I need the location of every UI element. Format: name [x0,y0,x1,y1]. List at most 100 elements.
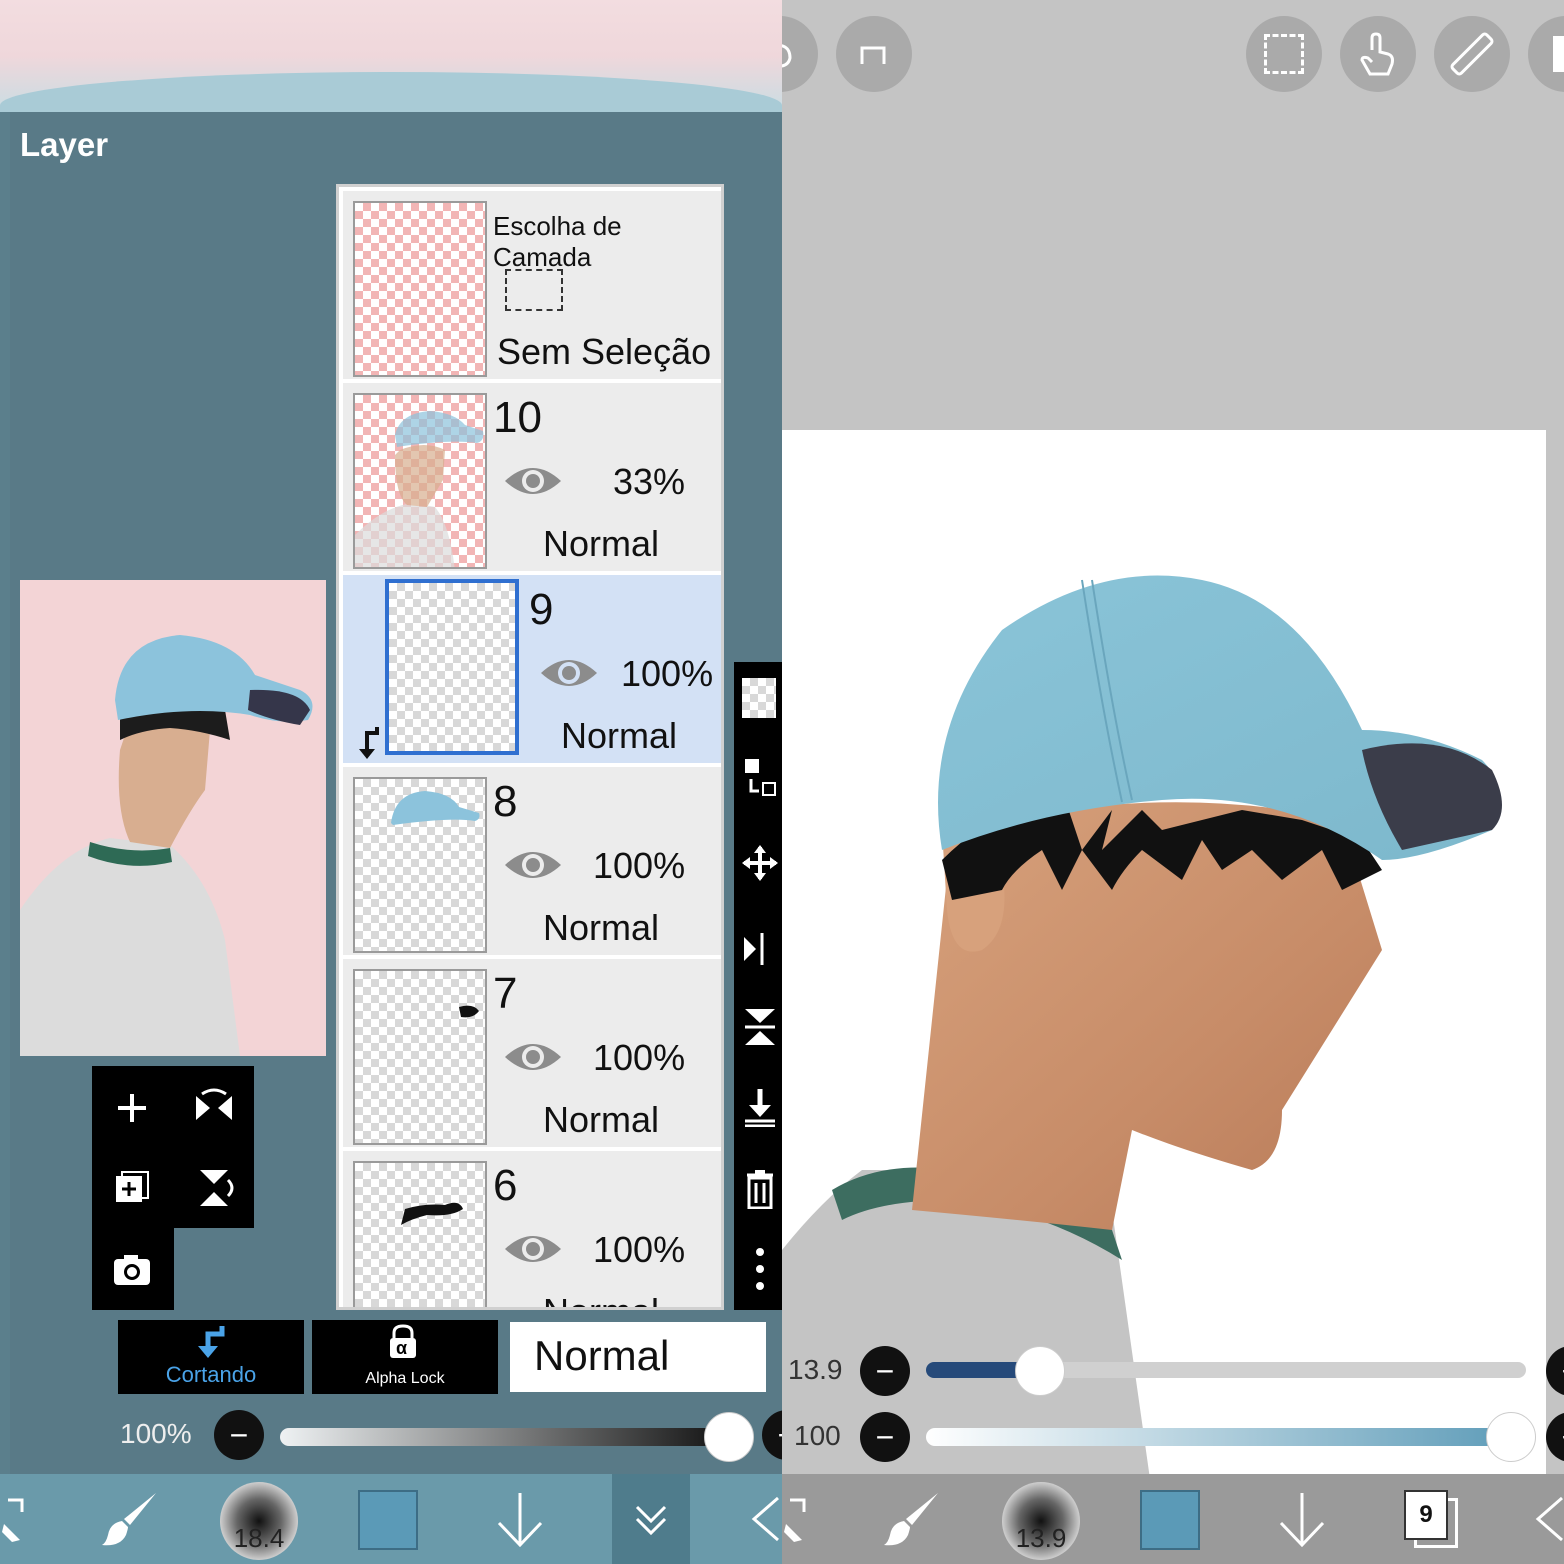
layer-blend-mode: Normal [543,523,660,564]
brush-size-decrease-button[interactable]: − [860,1346,910,1396]
brush-size-value: 18.4 [233,1523,285,1553]
layer-opacity-slider-row: 100% − + [0,1404,782,1468]
color-swatch[interactable] [358,1490,418,1550]
layer-blend-mode: Normal [543,1291,659,1307]
layers-icon[interactable]: 9 [1396,1474,1466,1564]
layer-row-10[interactable]: 10 33% Normal [343,383,721,571]
clipping-label: Cortando [165,1362,257,1387]
layer-opacity: 100% [593,1037,686,1078]
layer-thumbnail [385,579,519,755]
alpha-lock-button[interactable]: α Alpha Lock [312,1320,498,1394]
arrow-down-icon[interactable] [480,1474,560,1564]
brush-opacity-knob[interactable] [1486,1412,1536,1462]
eye-icon[interactable] [539,653,599,693]
layer-vertical-toolbar [734,662,782,1310]
brush-size-increase-button[interactable]: + [1546,1346,1564,1396]
add-layer-icon[interactable] [102,1078,162,1138]
layer-tool-palette [92,1066,254,1310]
layer-thumbnail [353,1161,487,1307]
clipping-button[interactable]: Cortando [118,1320,304,1394]
layer-number: 9 [529,585,554,634]
clipping-icon [196,1324,228,1365]
layer-number: 6 [493,1161,518,1210]
layer-opacity: 100% [593,845,686,886]
brush-opacity-decrease-button[interactable]: − [860,1412,910,1462]
canvas-screenshot: 13.9 − + 100 − + 13.9 9 [782,0,1564,1564]
eye-icon[interactable] [503,1229,563,1269]
layer-thumbnail [353,777,487,953]
undo-icon[interactable] [782,16,818,92]
brush-size-slider-value: 13.9 [788,1354,843,1385]
layer-transfer-icon[interactable] [742,754,778,804]
layer-row-8[interactable]: 8 100% Normal [343,767,721,955]
drawing-canvas[interactable] [782,430,1546,1564]
layer-row-9[interactable]: 9 100% Normal [343,575,721,763]
layer-list[interactable]: Escolha de Camada Sem Seleção 10 33% Nor… [336,184,724,1310]
selection-icon[interactable] [1246,16,1322,92]
opacity-increase-button[interactable]: + [762,1410,782,1460]
selection-layer-row[interactable]: Escolha de Camada Sem Seleção [343,191,721,379]
brush-size-knob[interactable] [1015,1346,1065,1396]
layer-number: 7 [493,969,518,1018]
selection-layer-thumbnail [353,201,487,377]
brush-opacity-slider-value: 100 [794,1420,841,1451]
camera-icon[interactable] [102,1240,162,1300]
brush-size-indicator[interactable]: 18.4 [220,1482,298,1560]
selection-layer-title: Escolha de Camada [493,211,622,272]
trash-icon[interactable] [742,1164,778,1214]
eye-icon[interactable] [503,461,563,501]
layer-opacity-knob[interactable] [704,1412,754,1462]
reference-preview [20,580,326,1056]
transparency-icon[interactable] [742,678,776,718]
flip-vertical-icon[interactable] [184,1158,244,1218]
layer-number: 10 [493,393,542,442]
brush-tool-icon[interactable] [872,1474,952,1564]
canvas-background-top [0,0,782,112]
layer-opacity-value: 100% [120,1418,192,1449]
reference-icon[interactable] [1528,16,1564,92]
flip-icon[interactable] [742,922,778,972]
layer-opacity: 100% [593,1229,686,1270]
tool-switch-icon[interactable] [782,1474,812,1564]
merge-down-icon[interactable] [742,1082,778,1132]
brush-opacity-slider[interactable] [926,1428,1526,1446]
lock-icon: α [386,1324,420,1360]
layer-blend-mode: Normal [543,1099,660,1140]
layer-panel-title: Layer [20,126,109,163]
more-options-icon[interactable] [742,1244,778,1294]
eye-icon[interactable] [503,845,563,885]
color-swatch[interactable] [1140,1490,1200,1550]
layer-opacity-slider[interactable] [280,1428,730,1446]
arrow-down-icon[interactable] [1262,1474,1342,1564]
tool-switch-icon[interactable] [0,1474,30,1564]
back-icon[interactable] [1534,1474,1564,1564]
layer-blend-mode: Normal [561,715,678,756]
touch-icon[interactable] [1340,16,1416,92]
layer-row-7[interactable]: 7 100% Normal [343,959,721,1147]
opacity-decrease-button[interactable]: − [214,1410,264,1460]
layer-thumbnail [353,969,487,1145]
layer-opacity: 33% [613,461,686,502]
bottom-toolbar: 13.9 9 [782,1474,1564,1564]
blend-mode-value: Normal [534,1332,670,1379]
ruler-icon[interactable] [1434,16,1510,92]
layer-thumbnail [353,393,487,569]
flip-horizontal-icon[interactable] [184,1078,244,1138]
alpha-lock-label: Alpha Lock [365,1370,445,1387]
redo-icon[interactable] [836,16,912,92]
brush-opacity-increase-button[interactable]: + [1546,1412,1564,1462]
layer-count-badge: 9 [1404,1490,1448,1540]
layer-blend-mode: Normal [543,907,660,948]
move-icon[interactable] [742,838,778,888]
merge-icon[interactable] [742,1002,778,1052]
collapse-panel-icon[interactable] [612,1474,690,1564]
bottom-toolbar: 18.4 [0,1474,782,1564]
brush-tool-icon[interactable] [90,1474,170,1564]
add-copy-layer-icon[interactable] [102,1158,162,1218]
layer-row-6[interactable]: 6 100% Normal [343,1151,721,1307]
eye-icon[interactable] [503,1037,563,1077]
blend-mode-select[interactable]: Normal [510,1322,766,1392]
brush-size-indicator[interactable]: 13.9 [1002,1482,1080,1560]
back-icon[interactable] [748,1474,782,1564]
selection-marquee-icon [505,269,563,311]
